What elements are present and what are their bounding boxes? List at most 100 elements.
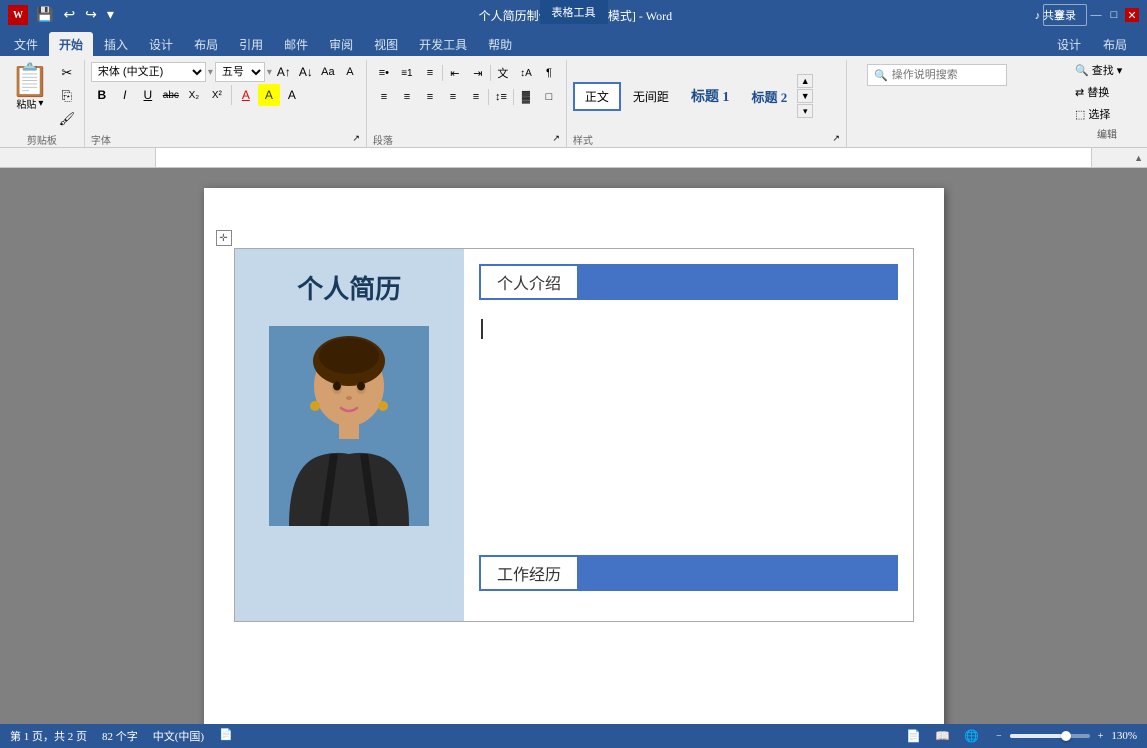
tab-review[interactable]: 审阅: [319, 32, 363, 56]
numbering-btn[interactable]: ≡1: [396, 62, 418, 84]
login-button[interactable]: 登录: [1043, 4, 1087, 26]
line-spacing-btn[interactable]: ↕≡: [490, 86, 512, 108]
increase-indent-btn[interactable]: ⇥: [467, 62, 489, 84]
save-quick-btn[interactable]: 💾: [34, 7, 55, 24]
undo-quick-btn[interactable]: ↩: [61, 7, 77, 24]
cut-button[interactable]: ✂: [56, 62, 78, 84]
align-center-btn[interactable]: ≡: [396, 86, 418, 108]
font-expand-icon[interactable]: ↗: [352, 133, 360, 144]
redo-quick-btn[interactable]: ↪: [83, 7, 99, 24]
show-marks-btn[interactable]: ¶: [538, 62, 560, 84]
case-btn[interactable]: Aa: [318, 62, 338, 82]
decrease-indent-btn[interactable]: ⇤: [444, 62, 466, 84]
para-label-row: 段落 ↗: [373, 130, 560, 147]
style-normal[interactable]: 正文: [573, 82, 621, 111]
table-move-handle[interactable]: ✛: [216, 230, 232, 246]
section1-title-box: 个人介绍: [479, 264, 579, 300]
zoom-slider[interactable]: [1010, 734, 1090, 738]
tab-references[interactable]: 引用: [229, 32, 273, 56]
styles-scroll-up[interactable]: ▲: [797, 74, 813, 88]
find-button[interactable]: 🔍 查找 ▾: [1071, 60, 1143, 80]
minimize-button[interactable]: —: [1089, 8, 1103, 22]
page: ✛ 个人简历: [204, 188, 944, 734]
statusbar-right: 📄 📖 🌐 − + 130%: [903, 728, 1137, 745]
italic-btn[interactable]: I: [114, 84, 136, 106]
sort-btn[interactable]: ↕A: [515, 62, 537, 84]
font-color-btn[interactable]: A: [235, 84, 257, 106]
border-btn[interactable]: □: [538, 86, 560, 108]
tab-developer[interactable]: 开发工具: [409, 32, 477, 56]
highlight-btn[interactable]: A: [258, 84, 280, 106]
section1-content[interactable]: [479, 315, 898, 555]
copy-button[interactable]: ⎘: [56, 85, 78, 107]
clear-format-btn[interactable]: A: [340, 62, 360, 82]
char-shading-btn[interactable]: A: [281, 84, 303, 106]
superscript-btn[interactable]: X²: [206, 84, 228, 106]
font-name-select[interactable]: 宋体 (中文正): [91, 62, 206, 82]
tab-table-layout[interactable]: 布局: [1093, 32, 1137, 56]
tab-layout[interactable]: 布局: [184, 32, 228, 56]
font-label: 字体: [91, 130, 111, 147]
styles-scroll-down[interactable]: ▼: [797, 89, 813, 103]
titlebar: W 💾 ↩ ↪ ▾ 个人简历制作.docx [兼容模式] - Word 表格工具…: [0, 0, 1147, 30]
format-paint-button[interactable]: 🖌: [56, 108, 78, 130]
titlebar-right: 登录 ♪ 共享 — □ ✕: [1035, 7, 1139, 23]
tab-mailing[interactable]: 邮件: [274, 32, 318, 56]
person-silhouette: [269, 326, 429, 526]
tab-table-design[interactable]: 设计: [1047, 32, 1091, 56]
underline-btn[interactable]: U: [137, 84, 159, 106]
styles-gallery-row: 正文 无间距 标题 1 标题 2 ▲ ▼ ▾: [573, 62, 840, 130]
shading-btn[interactable]: ▓: [515, 86, 537, 108]
ribbon-styles-section: 正文 无间距 标题 1 标题 2 ▲ ▼ ▾ 样式 ↗: [567, 60, 847, 147]
statusbar-left: 第 1 页，共 2 页 82 个字 中文(中国) 📄: [10, 728, 233, 744]
close-button[interactable]: ✕: [1125, 8, 1139, 22]
tab-insert[interactable]: 插入: [94, 32, 138, 56]
tab-help[interactable]: 帮助: [478, 32, 522, 56]
font-name-row: 宋体 (中文正) ▾ 五号 ▾ A↑ A↓ Aa A: [91, 62, 360, 82]
tab-file[interactable]: 文件: [4, 32, 48, 56]
subscript-btn[interactable]: X₂: [183, 84, 205, 106]
decrease-font-btn[interactable]: A↓: [296, 62, 316, 82]
select-button[interactable]: ⬚ 选择: [1071, 104, 1143, 124]
style-heading1[interactable]: 标题 1: [681, 82, 740, 110]
align-right-btn[interactable]: ≡: [419, 86, 441, 108]
style-heading2[interactable]: 标题 2: [741, 83, 797, 110]
para-row1: ≡• ≡1 ≡ ⇤ ⇥ 文 ↕A ¶: [373, 62, 560, 84]
paragraph-expand-icon[interactable]: ↗: [552, 133, 560, 144]
more-quick-btn[interactable]: ▾: [105, 7, 116, 24]
justify-btn[interactable]: ≡: [442, 86, 464, 108]
bold-btn[interactable]: B: [91, 84, 113, 106]
resume-container: ✛ 个人简历: [234, 248, 914, 622]
styles-expand-icon[interactable]: ↗: [832, 133, 840, 144]
search-input[interactable]: [892, 69, 1000, 81]
strikethrough-btn[interactable]: abc: [160, 84, 182, 106]
chinese-layout-btn[interactable]: 文: [492, 62, 514, 84]
style-no-spacing[interactable]: 无间距: [623, 84, 679, 109]
multilevel-btn[interactable]: ≡: [419, 62, 441, 84]
ruler-collapse-btn[interactable]: ▲: [1134, 148, 1143, 167]
styles-expand[interactable]: ▾: [797, 104, 813, 118]
ribbon: 📋 粘贴▾ ✂ ⎘ 🖌 剪贴板 宋体 (中文正) ▾ 五号: [0, 56, 1147, 148]
tab-view[interactable]: 视图: [364, 32, 408, 56]
print-layout-btn[interactable]: 📄: [903, 728, 924, 745]
tab-design[interactable]: 设计: [139, 32, 183, 56]
zoom-out-btn[interactable]: −: [996, 731, 1002, 742]
web-layout-btn[interactable]: 🌐: [961, 728, 982, 745]
section2-bar: [579, 555, 897, 591]
document-area[interactable]: ✛ 个人简历: [0, 168, 1147, 734]
search-icon: 🔍: [874, 69, 888, 82]
read-mode-btn[interactable]: 📖: [932, 728, 953, 745]
font-size-select[interactable]: 五号: [215, 62, 265, 82]
bullets-btn[interactable]: ≡•: [373, 62, 395, 84]
increase-font-btn[interactable]: A↑: [274, 62, 294, 82]
zoom-in-btn[interactable]: +: [1098, 731, 1104, 742]
ruler-marks: [156, 148, 1091, 167]
tab-home[interactable]: 开始: [49, 32, 93, 56]
replace-button[interactable]: ⇄ 替换: [1071, 82, 1143, 102]
align-left-btn[interactable]: ≡: [373, 86, 395, 108]
paste-button[interactable]: 📋 粘贴▾: [6, 62, 54, 130]
distributed-btn[interactable]: ≡: [465, 86, 487, 108]
language: 中文(中国): [153, 728, 204, 744]
clipboard-small-buttons: ✂ ⎘ 🖌: [56, 62, 78, 130]
maximize-button[interactable]: □: [1107, 8, 1121, 22]
